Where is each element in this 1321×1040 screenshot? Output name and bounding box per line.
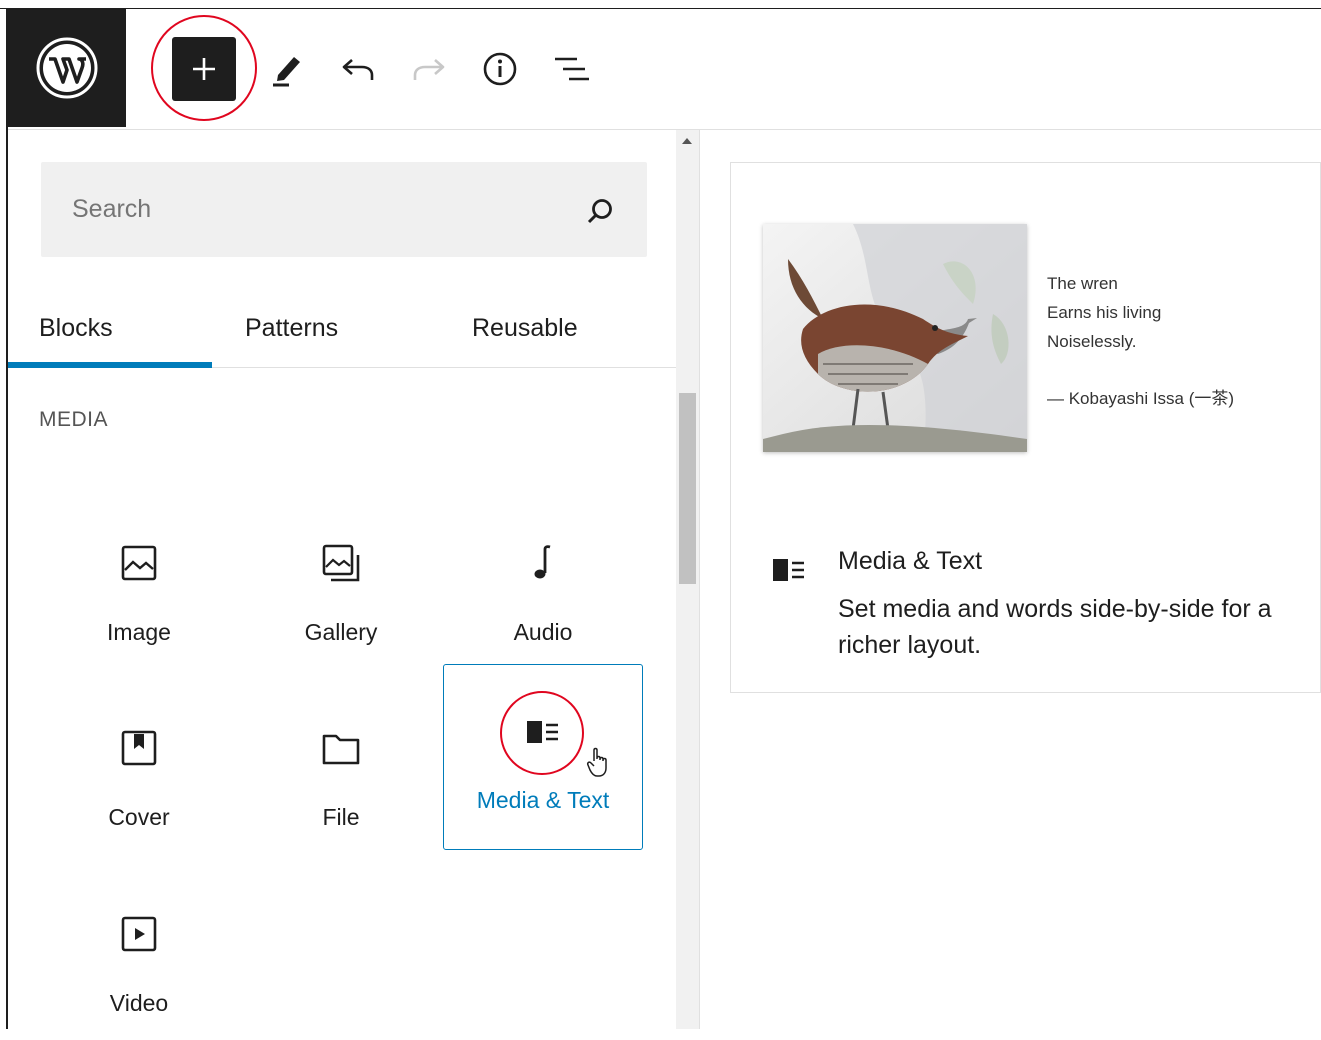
preview-title: Media & Text: [838, 547, 983, 575]
block-item-cover[interactable]: Cover: [39, 670, 239, 854]
image-icon: [121, 545, 157, 581]
gallery-icon: [322, 544, 360, 582]
inserter-tabs: Blocks Patterns Reusable: [8, 290, 676, 368]
block-item-label: File: [322, 804, 360, 830]
block-item-file[interactable]: File: [241, 670, 441, 854]
wren-bird-illustration: [763, 224, 1027, 452]
preview-description: Set media and words side-by-side for a r…: [838, 595, 1272, 659]
block-item-image[interactable]: Image: [39, 485, 239, 669]
poem-line: The wren: [1047, 274, 1118, 293]
block-item-label: Video: [109, 990, 169, 1016]
block-item-media-text[interactable]: Media & Text: [443, 664, 643, 850]
block-preview-card: The wren Earns his living Noiselessly. —…: [730, 162, 1321, 693]
poem-attribution: — Kobayashi Issa (一茶): [1047, 389, 1235, 408]
window-top-border: [0, 0, 1321, 9]
search-input[interactable]: [41, 162, 561, 257]
active-tab-indicator: [8, 362, 212, 368]
poem-line: Earns his living: [1047, 303, 1162, 322]
list-view-button[interactable]: [552, 49, 592, 89]
block-item-label: Image: [107, 619, 171, 645]
list-view-icon: [555, 57, 589, 81]
category-title: MEDIA: [39, 408, 109, 431]
hand-pointer-cursor-icon: [587, 747, 607, 777]
pencil-icon: [273, 57, 300, 87]
media-text-icon: [773, 559, 804, 581]
poem-text: The wren Earns his living Noiselessly. —…: [1047, 269, 1234, 413]
block-inserter-panel: Blocks Patterns Reusable MEDIA Image Gal…: [8, 130, 676, 1029]
block-item-video[interactable]: Video: [39, 856, 239, 1040]
poem-line: Noiselessly.: [1047, 332, 1137, 351]
tab-blocks[interactable]: Blocks: [39, 290, 113, 367]
file-icon: [322, 734, 360, 765]
plus-icon: [193, 58, 215, 80]
undo-icon: [342, 59, 374, 80]
search-box: [41, 162, 647, 257]
info-icon: [483, 52, 517, 86]
block-item-label: Gallery: [304, 619, 378, 645]
audio-icon: [534, 545, 551, 579]
tab-patterns[interactable]: Patterns: [245, 290, 338, 367]
search-icon[interactable]: [585, 196, 615, 226]
cover-icon: [121, 730, 157, 766]
block-item-label: Cover: [108, 804, 170, 830]
tools-button[interactable]: [266, 49, 306, 89]
inserter-scrollbar[interactable]: [676, 130, 700, 1029]
block-item-audio[interactable]: Audio: [443, 485, 643, 669]
scroll-up-arrow-icon[interactable]: [682, 138, 692, 144]
block-item-gallery[interactable]: Gallery: [241, 485, 441, 669]
redo-button[interactable]: [409, 49, 449, 89]
block-item-label: Audio: [513, 619, 573, 645]
editor-top-toolbar: [8, 9, 1321, 130]
wordpress-logo-icon: [36, 37, 98, 99]
video-icon: [121, 916, 157, 952]
undo-button[interactable]: [338, 49, 378, 89]
wordpress-logo-button[interactable]: [8, 9, 126, 127]
redo-icon: [413, 59, 445, 80]
scrollbar-thumb[interactable]: [679, 393, 696, 584]
details-button[interactable]: [480, 49, 520, 89]
tab-reusable[interactable]: Reusable: [472, 290, 578, 367]
add-block-button[interactable]: [172, 37, 236, 101]
block-item-label: Media & Text: [476, 787, 610, 813]
media-text-icon: [527, 721, 558, 743]
